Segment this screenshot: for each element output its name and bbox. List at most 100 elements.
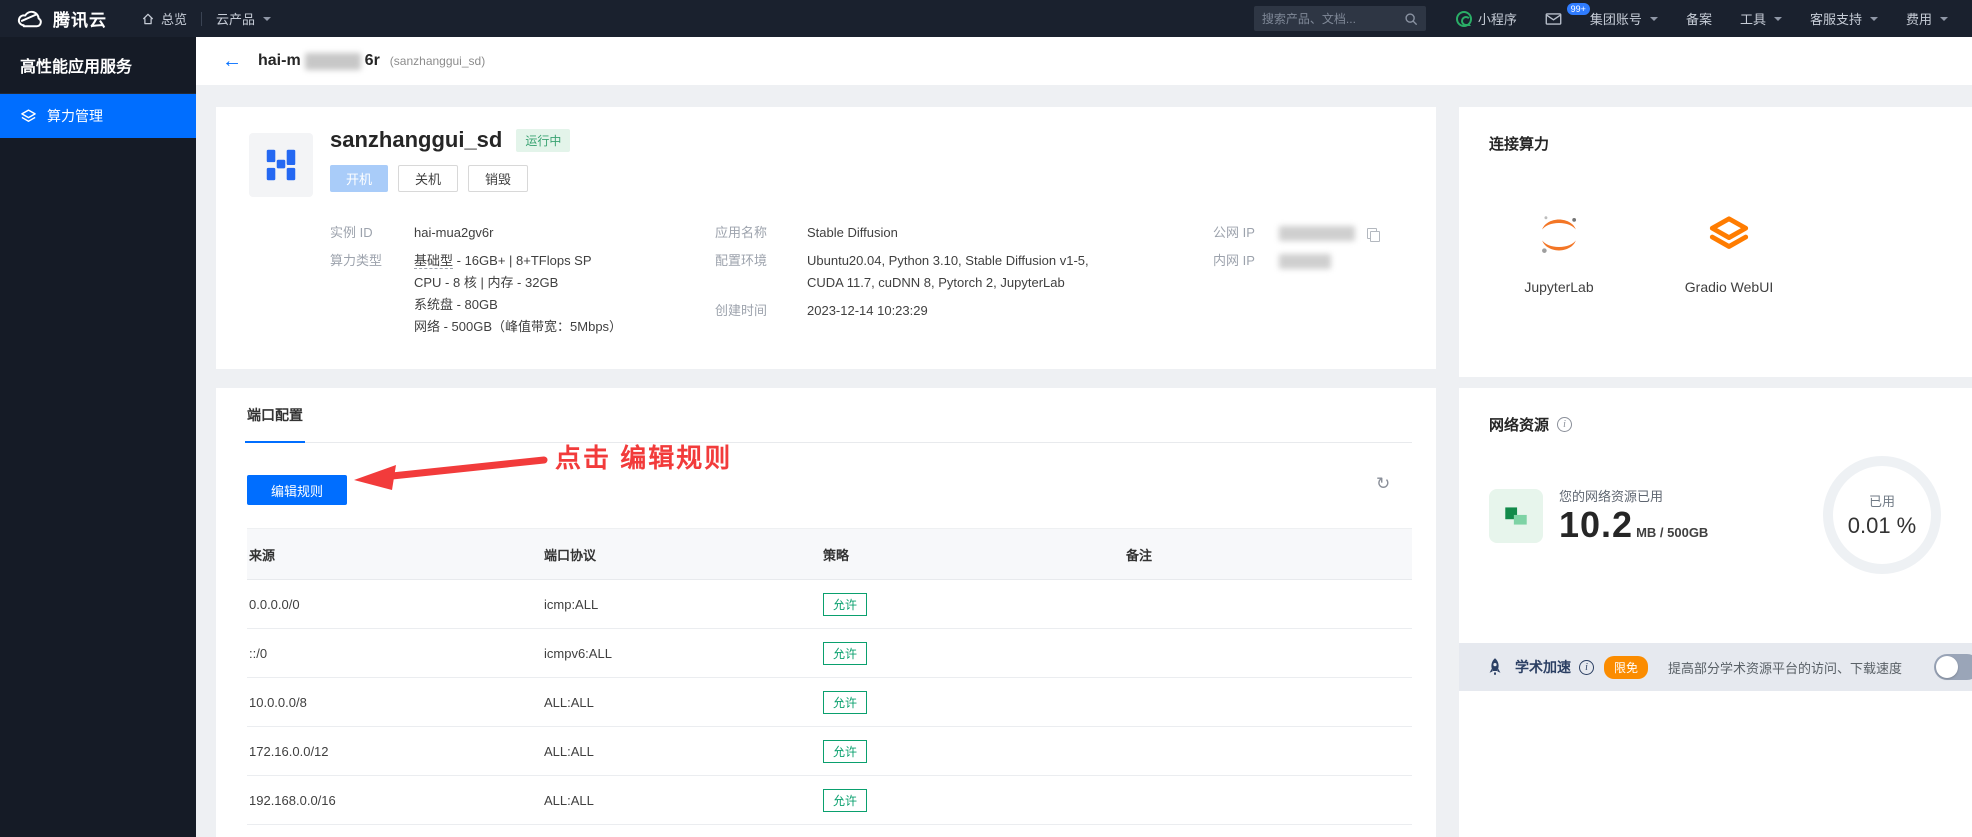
field-label: 配置环境 (715, 253, 768, 268)
destroy-button[interactable]: 销毁 (468, 165, 529, 192)
detail-group-basic: 实例 ID hai-mua2gv6r 算力类型 基础型 - 16GB+ | 8+… (330, 222, 622, 344)
col-header-protocol: 端口协议 (544, 547, 597, 563)
network-used-value: 10.2 MB / 500GB (1559, 504, 1708, 546)
nav-overview[interactable]: 总览 (127, 0, 201, 37)
nav-overview-label: 总览 (161, 12, 188, 27)
field-value: Ubuntu20.04, Python 3.10, Stable Diffusi… (807, 250, 1089, 294)
nav-billing[interactable]: 费用 (1892, 9, 1962, 28)
col-header-policy: 策略 (823, 547, 850, 563)
used-amount: 10.2 (1559, 504, 1634, 545)
sidebar-item-label: 算力管理 (47, 108, 103, 124)
env-line-1: Ubuntu20.04, Python 3.10, Stable Diffusi… (807, 253, 1089, 268)
type-name-tooltip-trigger[interactable]: 基础型 (414, 253, 454, 269)
nav-products-label: 云产品 (216, 12, 256, 27)
app-root: 腾讯云 总览 云产品 小程序 (0, 0, 1972, 837)
donut-label: 已用 (1868, 494, 1895, 509)
power-on-button[interactable]: 开机 (330, 165, 389, 192)
field-value: 2023-12-14 10:23:29 (807, 303, 928, 318)
nav-beian-label: 备案 (1685, 12, 1712, 27)
status-badge: 运行中 (516, 128, 571, 152)
instance-actions: 开机 关机 销毁 (330, 165, 529, 192)
cell-policy: 允许 (823, 690, 1126, 714)
mail-icon (1545, 12, 1562, 25)
field-label: 公网 IP (1213, 225, 1255, 240)
port-rules-table: 来源 端口协议 策略 备注 0.0.0.0/0 icmp:ALL 允许 ::/0… (247, 528, 1412, 825)
cell-policy: 允许 (823, 788, 1126, 812)
cell-policy: 允许 (823, 592, 1126, 616)
chevron-down-icon (263, 16, 272, 21)
redacted-id-segment (304, 52, 361, 70)
cell-protocol: icmpv6:ALL (544, 645, 612, 661)
hai-logo (249, 133, 313, 197)
main-content: ← hai-m 6r (sanzhanggui_sd) sanzhanggui_… (196, 37, 1972, 837)
field-label: 算力类型 (330, 253, 383, 268)
cell-protocol: ALL:ALL (544, 792, 594, 808)
cloud-icon (17, 10, 42, 27)
tab-port-config[interactable]: 端口配置 (245, 388, 305, 443)
edit-rules-button[interactable]: 编辑规则 (247, 475, 347, 505)
nav-group-account[interactable]: 集团账号 (1576, 9, 1672, 28)
cell-source: ::/0 (249, 645, 268, 661)
nav-messages[interactable]: 99+ (1531, 2, 1590, 26)
type-line-cpu: CPU - 8 核 | 内存 - 32GB (414, 275, 559, 290)
field-public-ip: 公网 IP (1213, 222, 1380, 244)
nav-beian[interactable]: 备案 (1672, 9, 1726, 28)
connect-title: 连接算力 (1489, 136, 1550, 153)
info-icon[interactable]: i (1579, 659, 1594, 675)
type-line-disk: 系统盘 - 80GB (414, 297, 498, 312)
field-value: hai-mua2gv6r (414, 225, 494, 240)
field-label: 内网 IP (1213, 253, 1255, 268)
sidebar-item-compute-management[interactable]: 算力管理 (0, 94, 196, 138)
connect-item-label: Gradio WebUI (1684, 279, 1774, 295)
used-unit: MB / 500GB (1636, 525, 1709, 540)
allow-badge: 允许 (823, 641, 868, 665)
annotation-arrow-icon (354, 456, 548, 490)
redacted-public-ip (1279, 226, 1355, 242)
field-instance-id: 实例 ID hai-mua2gv6r (330, 222, 622, 244)
col-header-source: 来源 (249, 547, 276, 563)
power-off-button[interactable]: 关机 (398, 165, 459, 192)
tencent-cloud-logo[interactable]: 腾讯云 (0, 6, 127, 31)
instance-header: sanzhanggui_sd 运行中 (330, 127, 571, 153)
refresh-icon[interactable]: ↻ (1376, 474, 1390, 494)
search-input[interactable] (1261, 11, 1404, 26)
hai-h-icon (266, 149, 296, 181)
field-value (1279, 222, 1380, 244)
cell-source: 0.0.0.0/0 (249, 596, 300, 612)
field-label: 应用名称 (715, 225, 768, 240)
connect-item-gradio[interactable]: Gradio WebUI (1664, 212, 1794, 295)
allow-badge: 允许 (823, 739, 868, 763)
donut-value: 0.01 % (1847, 513, 1917, 538)
nav-products[interactable]: 云产品 (202, 0, 285, 37)
instance-id-title: hai-m 6r (258, 52, 380, 70)
info-icon[interactable]: i (1557, 417, 1573, 432)
topbar: 腾讯云 总览 云产品 小程序 (0, 0, 1972, 37)
instance-card: sanzhanggui_sd 运行中 开机 关机 销毁 实例 ID hai-mu… (216, 107, 1436, 369)
free-badge: 限免 (1604, 655, 1649, 679)
layers-icon (21, 108, 36, 122)
nav-tools[interactable]: 工具 (1726, 9, 1796, 28)
nav-miniprogram[interactable]: 小程序 (1442, 9, 1531, 28)
acceleration-toggle[interactable] (1934, 654, 1972, 680)
connect-item-jupyterlab[interactable]: JupyterLab (1494, 212, 1624, 295)
network-card: 网络资源 i 您的网络资源已用 10.2 MB / 500GB 已用 0.01 … (1459, 388, 1972, 837)
cell-policy: 允许 (823, 641, 1126, 665)
allow-badge: 允许 (823, 788, 868, 812)
back-icon[interactable]: ← (222, 51, 242, 71)
instance-id-prefix: hai-m (258, 52, 301, 69)
field-app-name: 应用名称 Stable Diffusion (715, 222, 1089, 244)
nav-miniprogram-label: 小程序 (1477, 12, 1517, 27)
brand-label: 腾讯云 (53, 11, 107, 30)
field-label: 创建时间 (715, 303, 768, 318)
rocket-icon (1489, 658, 1501, 675)
annotation-text: 点击 编辑规则 (555, 443, 733, 473)
field-private-ip: 内网 IP (1213, 250, 1378, 272)
jupyter-icon (1542, 216, 1577, 253)
nav-support[interactable]: 客服支持 (1796, 9, 1892, 28)
usage-donut-chart: 已用 0.01 % (1823, 456, 1941, 574)
search-box[interactable] (1253, 6, 1426, 31)
sidebar-title: 高性能应用服务 (0, 37, 196, 94)
copy-icon[interactable] (1366, 227, 1380, 242)
search-icon[interactable] (1404, 12, 1418, 26)
topbar-right: 小程序 99+ 集团账号 备案 工具 客服支持 (1253, 2, 1972, 31)
